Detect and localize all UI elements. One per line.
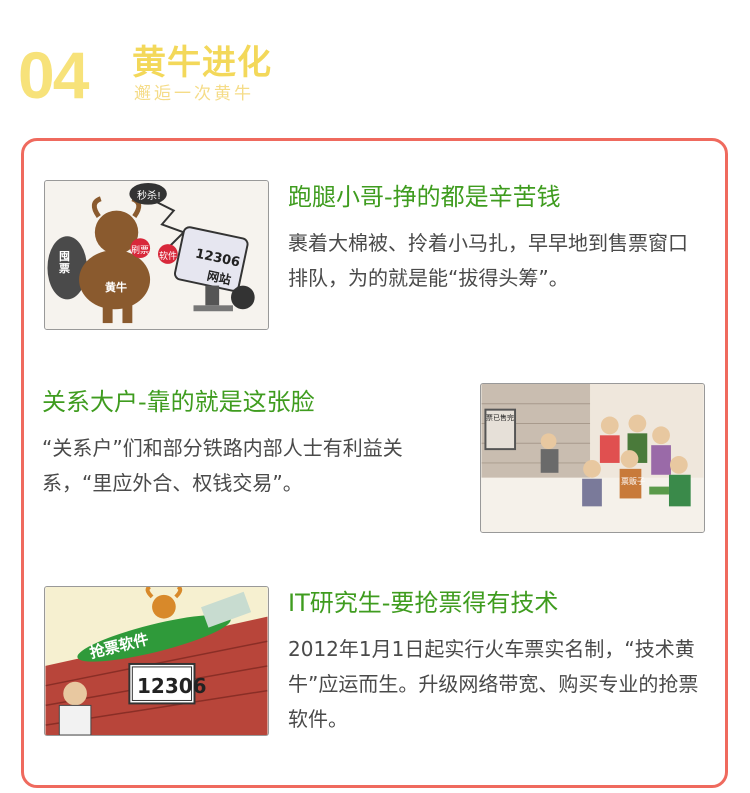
ticket-office-illustration <box>481 384 704 532</box>
window-sign-label: 票已售完 <box>486 414 514 422</box>
section-header: 04 黄牛进化 邂逅一次黄牛 <box>18 38 318 108</box>
section-subtitle: 邂逅一次黄牛 <box>134 84 254 104</box>
scalper-cartoon-image: 秒杀! 囤票 刷票 软件 黄牛 12306 网站 <box>44 180 269 330</box>
section-text: 2012年1月1日起实行火车票实名制，“技术黄牛”应运而生。升级网络带宽、购买专… <box>288 637 699 731</box>
bag-label: 囤票 <box>59 250 70 275</box>
ticket-office-cartoon-image: 票已售完 票贩子 <box>480 383 705 533</box>
section-text: “关系户”们和部分铁路内部人士有利益关系，“里应外合、权钱交易”。 <box>42 436 403 495</box>
ticket-software-cartoon-image: 抢票软件 12306 <box>44 586 269 736</box>
section-title: 黄牛进化 <box>132 43 272 83</box>
scalper-tag-label: 票贩子 <box>621 477 645 486</box>
section-heading: 关系大户-靠的就是这张脸 <box>42 388 315 416</box>
ticket-software-illustration <box>45 587 268 735</box>
section-heading: IT研究生-要抢票得有技术 <box>288 589 559 617</box>
bull-label: 黄牛 <box>105 281 127 294</box>
glove-label: 软件 <box>159 252 178 262</box>
glove-label: 刷票 <box>131 246 150 256</box>
section-text: 裹着大棉被、拎着小马扎，早早地到售票窗口排队，为的就是能“拔得头筹”。 <box>288 231 688 290</box>
bubble-label: 秒杀! <box>137 191 162 202</box>
section-number: 04 <box>18 38 89 112</box>
section-heading: 跑腿小哥-挣的都是辛苦钱 <box>288 183 561 211</box>
content-card: 秒杀! 囤票 刷票 软件 黄牛 12306 网站 跑腿小哥-挣的都是辛苦钱 裹着… <box>21 138 728 788</box>
sign-label: 12306 <box>137 674 207 698</box>
